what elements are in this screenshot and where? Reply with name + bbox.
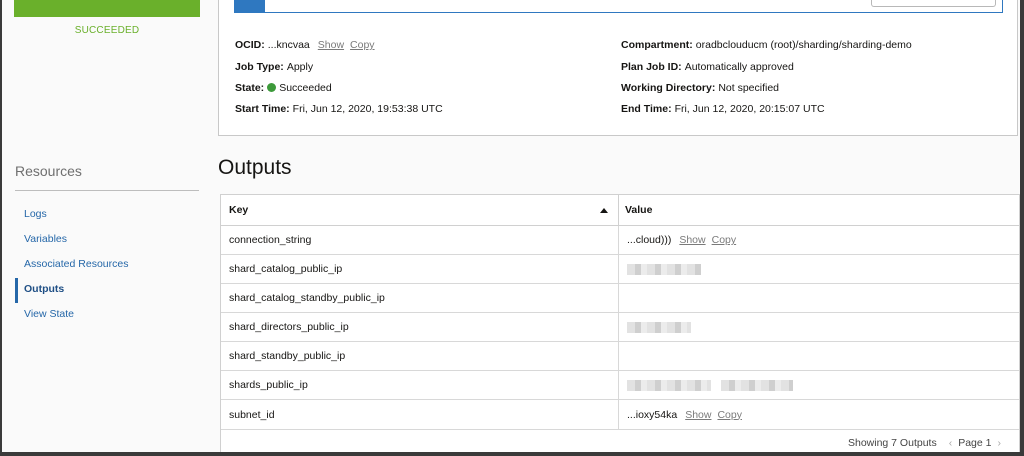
table-row: shard_catalog_standby_public_ip — [221, 284, 1019, 313]
table-row: connection_string ...cloud))) Show Copy — [221, 226, 1019, 255]
table-footer: Showing 7 Outputs ‹ Page 1 › — [848, 437, 1007, 449]
compartment-row: Compartment: oradbclouducm (root)/shardin… — [621, 39, 912, 51]
table-row: shard_standby_public_ip — [221, 342, 1019, 371]
job-details-panel: OCID: ...kncvaa Show Copy Job Type: Apply St… — [218, 0, 1018, 136]
state-row: State: Succeeded — [235, 82, 332, 94]
output-value: ...ioxy54ka — [627, 408, 678, 421]
resources-nav-variables[interactable]: Variables — [15, 228, 201, 253]
ocid-value: ...kncvaa — [267, 39, 310, 51]
banner-button[interactable] — [871, 0, 996, 7]
job-status-label: SUCCEEDED — [74, 25, 140, 36]
output-key: shard_standby_public_ip — [221, 342, 619, 370]
table-row: shard_catalog_public_ip — [221, 255, 1019, 284]
resources-nav-logs[interactable]: Logs — [15, 203, 201, 228]
show-link[interactable]: Show — [685, 409, 711, 421]
chevron-right-icon[interactable]: › — [998, 437, 1002, 449]
output-value-cell: ...ioxy54ka Show Copy — [627, 400, 742, 429]
value-column-header: Value — [625, 204, 653, 216]
table-header: Key Value — [221, 195, 1019, 226]
working-directory-value: Not specified — [718, 82, 780, 94]
job-details-page: SUCCEEDED Resources Logs Variables Associa… — [2, 0, 1020, 452]
output-key: shard_directors_public_ip — [221, 313, 619, 341]
ocid-copy-link[interactable]: Copy — [350, 39, 375, 51]
output-value-cell — [627, 313, 693, 341]
key-column-header[interactable]: Key — [221, 195, 619, 225]
redacted-ip-value — [627, 321, 691, 333]
ocid-show-link[interactable]: Show — [318, 39, 344, 51]
output-key: shard_catalog_standby_public_ip — [221, 284, 619, 312]
status-dot-icon — [267, 83, 277, 92]
output-key: shards_public_ip — [221, 371, 619, 399]
copy-link[interactable]: Copy — [717, 409, 742, 421]
output-key: connection_string — [221, 226, 619, 254]
key-column-label: Key — [229, 204, 249, 216]
plan-job-id-value: Automatically approved — [684, 61, 794, 73]
output-value-cell — [627, 371, 795, 399]
start-time-row: Start Time: Fri, Jun 12, 2020, 19:53:38 U… — [235, 103, 443, 115]
resources-divider — [15, 190, 199, 191]
output-value-cell — [627, 255, 703, 283]
resources-nav: Logs Variables Associated Resources Outputs… — [15, 203, 201, 328]
compartment-label: Compartment: — [621, 39, 693, 51]
end-time-row: End Time: Fri, Jun 12, 2020, 20:15:07 UTC — [621, 103, 825, 115]
table-row: subnet_id ...ioxy54ka Show Copy — [221, 400, 1019, 430]
end-time-value: Fri, Jun 12, 2020, 20:15:07 UTC — [674, 103, 825, 115]
start-time-label: Start Time: — [235, 103, 290, 115]
page-indicator: Page 1 — [958, 437, 992, 449]
compartment-value: oradbclouducm (root)/sharding/sharding-d… — [695, 39, 912, 51]
info-banner — [234, 0, 1003, 13]
resources-title: Resources — [15, 163, 82, 179]
resources-nav-view-state[interactable]: View State — [15, 303, 201, 328]
plan-job-id-row: Plan Job ID: Automatically approved — [621, 61, 794, 73]
table-body: connection_string ...cloud))) Show Copy shar… — [221, 226, 1019, 430]
job-status-tile — [14, 0, 200, 17]
show-link[interactable]: Show — [679, 234, 705, 246]
job-type-value: Apply — [286, 61, 314, 73]
ocid-row: OCID: ...kncvaa Show Copy — [235, 39, 375, 51]
table-row: shards_public_ip — [221, 371, 1019, 400]
outputs-count: Showing 7 Outputs — [847, 437, 937, 449]
state-value: Succeeded — [279, 82, 332, 94]
table-row: shard_directors_public_ip — [221, 313, 1019, 342]
sort-ascending-icon[interactable] — [600, 208, 608, 213]
redacted-ip-value — [627, 263, 701, 275]
resources-nav-outputs[interactable]: Outputs — [15, 278, 201, 303]
output-key: shard_catalog_public_ip — [221, 255, 619, 283]
end-time-label: End Time: — [621, 103, 672, 115]
info-icon — [234, 0, 265, 13]
working-directory-row: Working Directory: Not specified — [621, 82, 779, 94]
output-key: subnet_id — [221, 400, 619, 429]
job-type-label: Job Type: — [235, 61, 284, 73]
output-value: ...cloud))) — [627, 234, 672, 246]
output-value-cell: ...cloud))) Show Copy — [627, 226, 736, 254]
plan-job-id-label: Plan Job ID: — [621, 61, 682, 73]
working-directory-label: Working Directory: — [621, 82, 716, 94]
redacted-ip-value — [627, 379, 711, 391]
chevron-left-icon[interactable]: ‹ — [949, 437, 953, 449]
copy-link[interactable]: Copy — [712, 234, 737, 246]
outputs-table: Key Value connection_string ...cloud))) Sh… — [220, 194, 1020, 452]
state-label: State: — [235, 82, 265, 94]
resources-nav-associated-resources[interactable]: Associated Resources — [15, 253, 201, 278]
start-time-value: Fri, Jun 12, 2020, 19:53:38 UTC — [292, 103, 443, 115]
outputs-title: Outputs — [218, 156, 292, 179]
ocid-label: OCID: — [235, 39, 265, 51]
redacted-ip-value — [721, 379, 793, 391]
job-type-row: Job Type: Apply — [235, 61, 313, 73]
